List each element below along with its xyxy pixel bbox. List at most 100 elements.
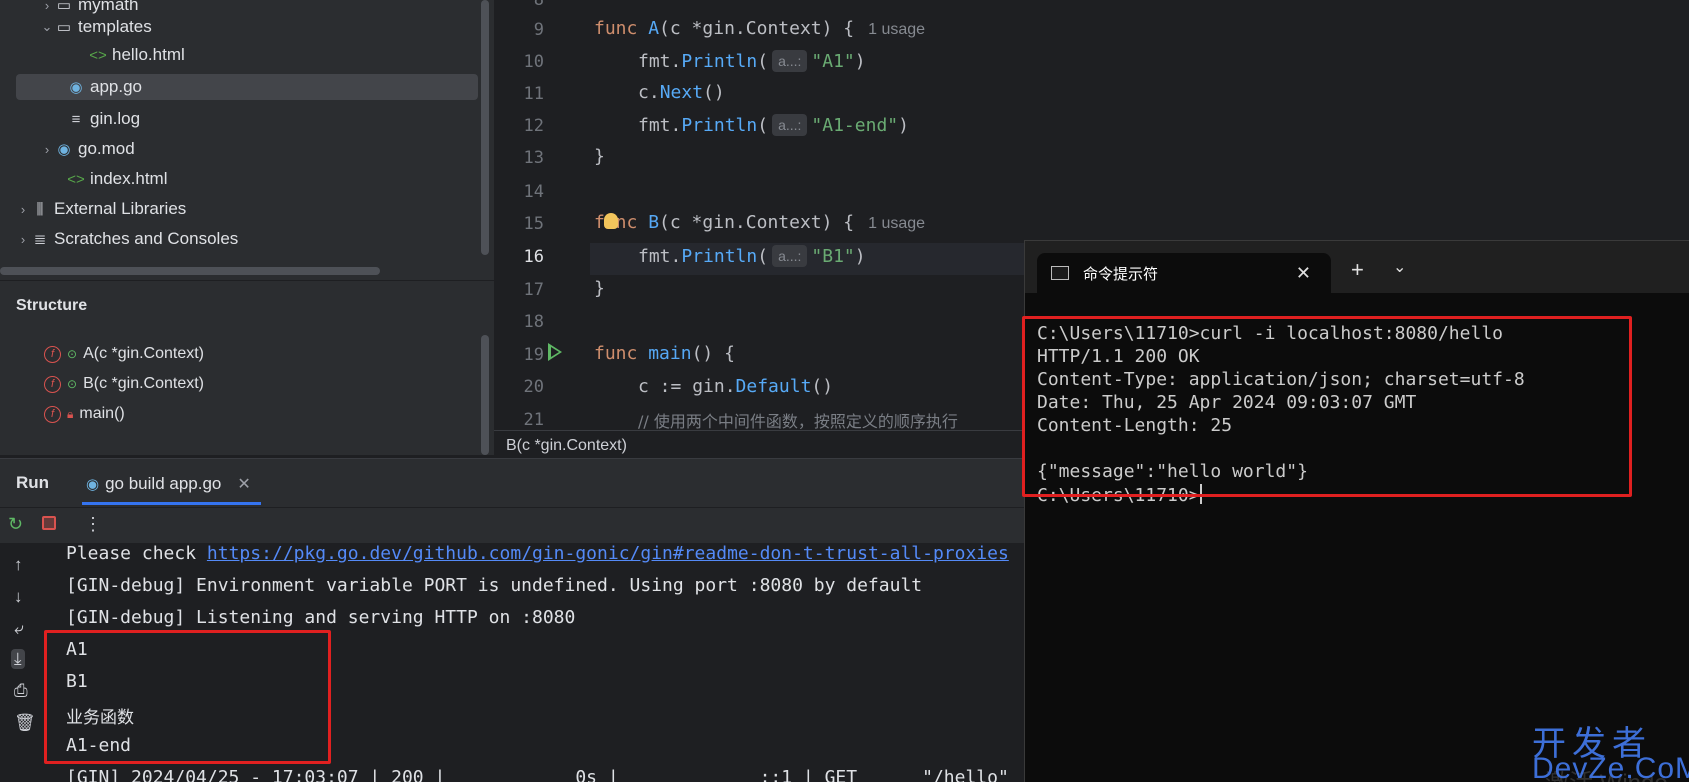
line-number: 9 [533, 20, 544, 40]
terminal-title: 命令提示符 [1083, 264, 1159, 283]
watermark-en: DevZe.CoM [1532, 752, 1689, 782]
code-line: } [594, 146, 605, 167]
tree-item-label: Scratches and Consoles [54, 229, 239, 248]
ide-window: › ▭ mymath ⌄ ▭ templates <> hello.html ◉… [0, 0, 1689, 782]
tree-item-go-mod[interactable]: › ◉ go.mod [40, 136, 135, 162]
structure-item[interactable]: f ⊙ A(c *gin.Context) [44, 341, 204, 367]
go-module-icon: ◉ [57, 141, 71, 158]
console-link[interactable]: https://pkg.go.dev/github.com/gin-gonic/… [207, 543, 1009, 564]
folder-icon: ▭ [56, 19, 72, 36]
terminal-icon [1051, 266, 1069, 280]
go-file-icon: ◉ [69, 79, 83, 96]
close-icon[interactable]: ✕ [237, 474, 250, 494]
code-line: fmt.Println(a...: "A1-end") [638, 114, 909, 136]
vertical-scrollbar[interactable] [481, 0, 489, 255]
chevron-right-icon[interactable]: › [16, 202, 30, 217]
code-line: func main() { [594, 343, 735, 364]
tab-go-build[interactable]: ◉ go build app.go ✕ [82, 465, 261, 505]
terminal-tab[interactable]: 命令提示符 ✕ [1037, 253, 1331, 293]
arrow-down-icon[interactable]: ↓ [14, 587, 23, 607]
parameter-hint: a...: [772, 114, 808, 136]
horizontal-scrollbar[interactable] [0, 267, 380, 275]
tree-item-hello-html[interactable]: <> hello.html [88, 42, 185, 68]
run-panel-title: Run [16, 473, 50, 492]
tree-item-app-go[interactable]: ◉ app.go [16, 74, 478, 100]
go-file-icon: ◉ [86, 475, 100, 493]
code-line: fmt.Println(a...: "B1") [638, 245, 866, 267]
rerun-icon[interactable]: ↻ [8, 514, 23, 535]
tree-item-scratches[interactable]: › ≣ Scratches and Consoles [16, 226, 238, 252]
line-number: 17 [523, 280, 544, 300]
line-number: 20 [523, 377, 544, 397]
tree-item-label: mymath [78, 0, 139, 14]
breadcrumb[interactable]: B(c *gin.Context) [494, 430, 1024, 458]
console-line: [GIN-debug] Environment variable PORT is… [66, 575, 923, 596]
more-options-icon[interactable]: ⋮ [84, 514, 102, 535]
chevron-down-icon[interactable]: ⌄ [40, 19, 54, 35]
chevron-right-icon[interactable]: › [16, 232, 30, 247]
tree-item-label: go.mod [78, 139, 135, 158]
parameter-hint: a...: [772, 245, 808, 267]
code-line: func A(c *gin.Context) {1 usage [594, 18, 926, 39]
structure-title: Structure [16, 297, 88, 314]
tree-item-label: templates [78, 17, 152, 36]
function-icon: f [44, 345, 61, 363]
scroll-to-end-icon[interactable]: ⤓ [11, 649, 25, 669]
line-number: 10 [523, 52, 544, 72]
line-number: 21 [523, 410, 544, 430]
line-number: 15 [523, 214, 544, 234]
highlight-box-console-output [44, 630, 331, 764]
tree-item-gin-log[interactable]: ≡ gin.log [66, 106, 141, 132]
code-line: c.Next() [638, 82, 725, 103]
tree-item-label: app.go [90, 77, 142, 96]
tree-item-label: gin.log [90, 109, 141, 128]
project-tree-panel: › ▭ mymath ⌄ ▭ templates <> hello.html ◉… [0, 0, 494, 280]
print-icon[interactable]: ⎙ [14, 681, 28, 701]
console-line: [GIN] 2024/04/25 - 17:03:07 | 200 | 0s |… [66, 767, 1009, 782]
usage-hint[interactable]: 1 usage [868, 215, 925, 232]
structure-item-label: main() [79, 405, 125, 422]
structure-scrollbar[interactable] [481, 335, 489, 455]
run-tab-bar: Run ◉ go build app.go ✕ [0, 459, 1030, 507]
structure-item[interactable]: f 🔒︎ main() [44, 401, 125, 427]
html-file-icon: <> [67, 170, 85, 188]
function-icon: f [44, 375, 61, 393]
line-number: 12 [523, 116, 544, 136]
stop-icon[interactable] [42, 516, 56, 530]
run-gutter-icon-inner [551, 347, 559, 357]
arrow-up-icon[interactable]: ↑ [14, 555, 23, 575]
lightbulb-icon[interactable] [604, 213, 618, 229]
chevron-right-icon[interactable]: › [40, 142, 54, 157]
tree-item-label: index.html [90, 169, 168, 188]
code-line: func B(c *gin.Context) {1 usage [594, 212, 926, 233]
code-comment: // 使用两个中间件函数，按照定义的顺序执行 [638, 412, 958, 430]
code-line: fmt.Println(a...: "A1") [638, 50, 866, 72]
tree-item-external-libraries[interactable]: › ⫼ External Libraries [16, 196, 186, 222]
function-icon: f [44, 405, 61, 423]
chevron-right-icon[interactable]: › [40, 0, 54, 13]
line-number: 16 [523, 247, 544, 267]
tree-item-templates[interactable]: ⌄ ▭ templates [40, 14, 152, 40]
line-number: 19 [523, 345, 544, 365]
console-side-toolbar: ↑ ↓ ⤶ ⤓ ⎙ 🗑︎ [0, 543, 48, 782]
text-file-icon: ≡ [71, 110, 81, 128]
soft-wrap-icon[interactable]: ⤶ [14, 619, 24, 639]
line-number: 14 [523, 182, 544, 202]
tree-item-label: hello.html [112, 45, 185, 64]
new-tab-icon[interactable]: + [1351, 257, 1364, 283]
lock-icon: 🔒︎ [67, 406, 74, 421]
console-line: [GIN-debug] Listening and serving HTTP o… [66, 607, 576, 628]
code-line: c := gin.Default() [638, 376, 834, 397]
structure-item[interactable]: f ⊙ B(c *gin.Context) [44, 371, 204, 397]
folder-icon: ▭ [56, 0, 72, 14]
usage-hint[interactable]: 1 usage [868, 21, 925, 38]
trash-icon[interactable]: 🗑︎ [14, 713, 36, 733]
line-number: 8 [533, 0, 544, 10]
library-icon: ⫼ [36, 200, 44, 218]
public-visibility-icon: ⊙ [67, 347, 78, 361]
chevron-down-icon[interactable]: ⌄ [1393, 257, 1406, 277]
line-number: 11 [523, 84, 544, 104]
tree-item-index-html[interactable]: <> index.html [66, 166, 167, 192]
close-icon[interactable]: ✕ [1296, 263, 1311, 284]
scratches-icon: ≣ [33, 231, 47, 248]
